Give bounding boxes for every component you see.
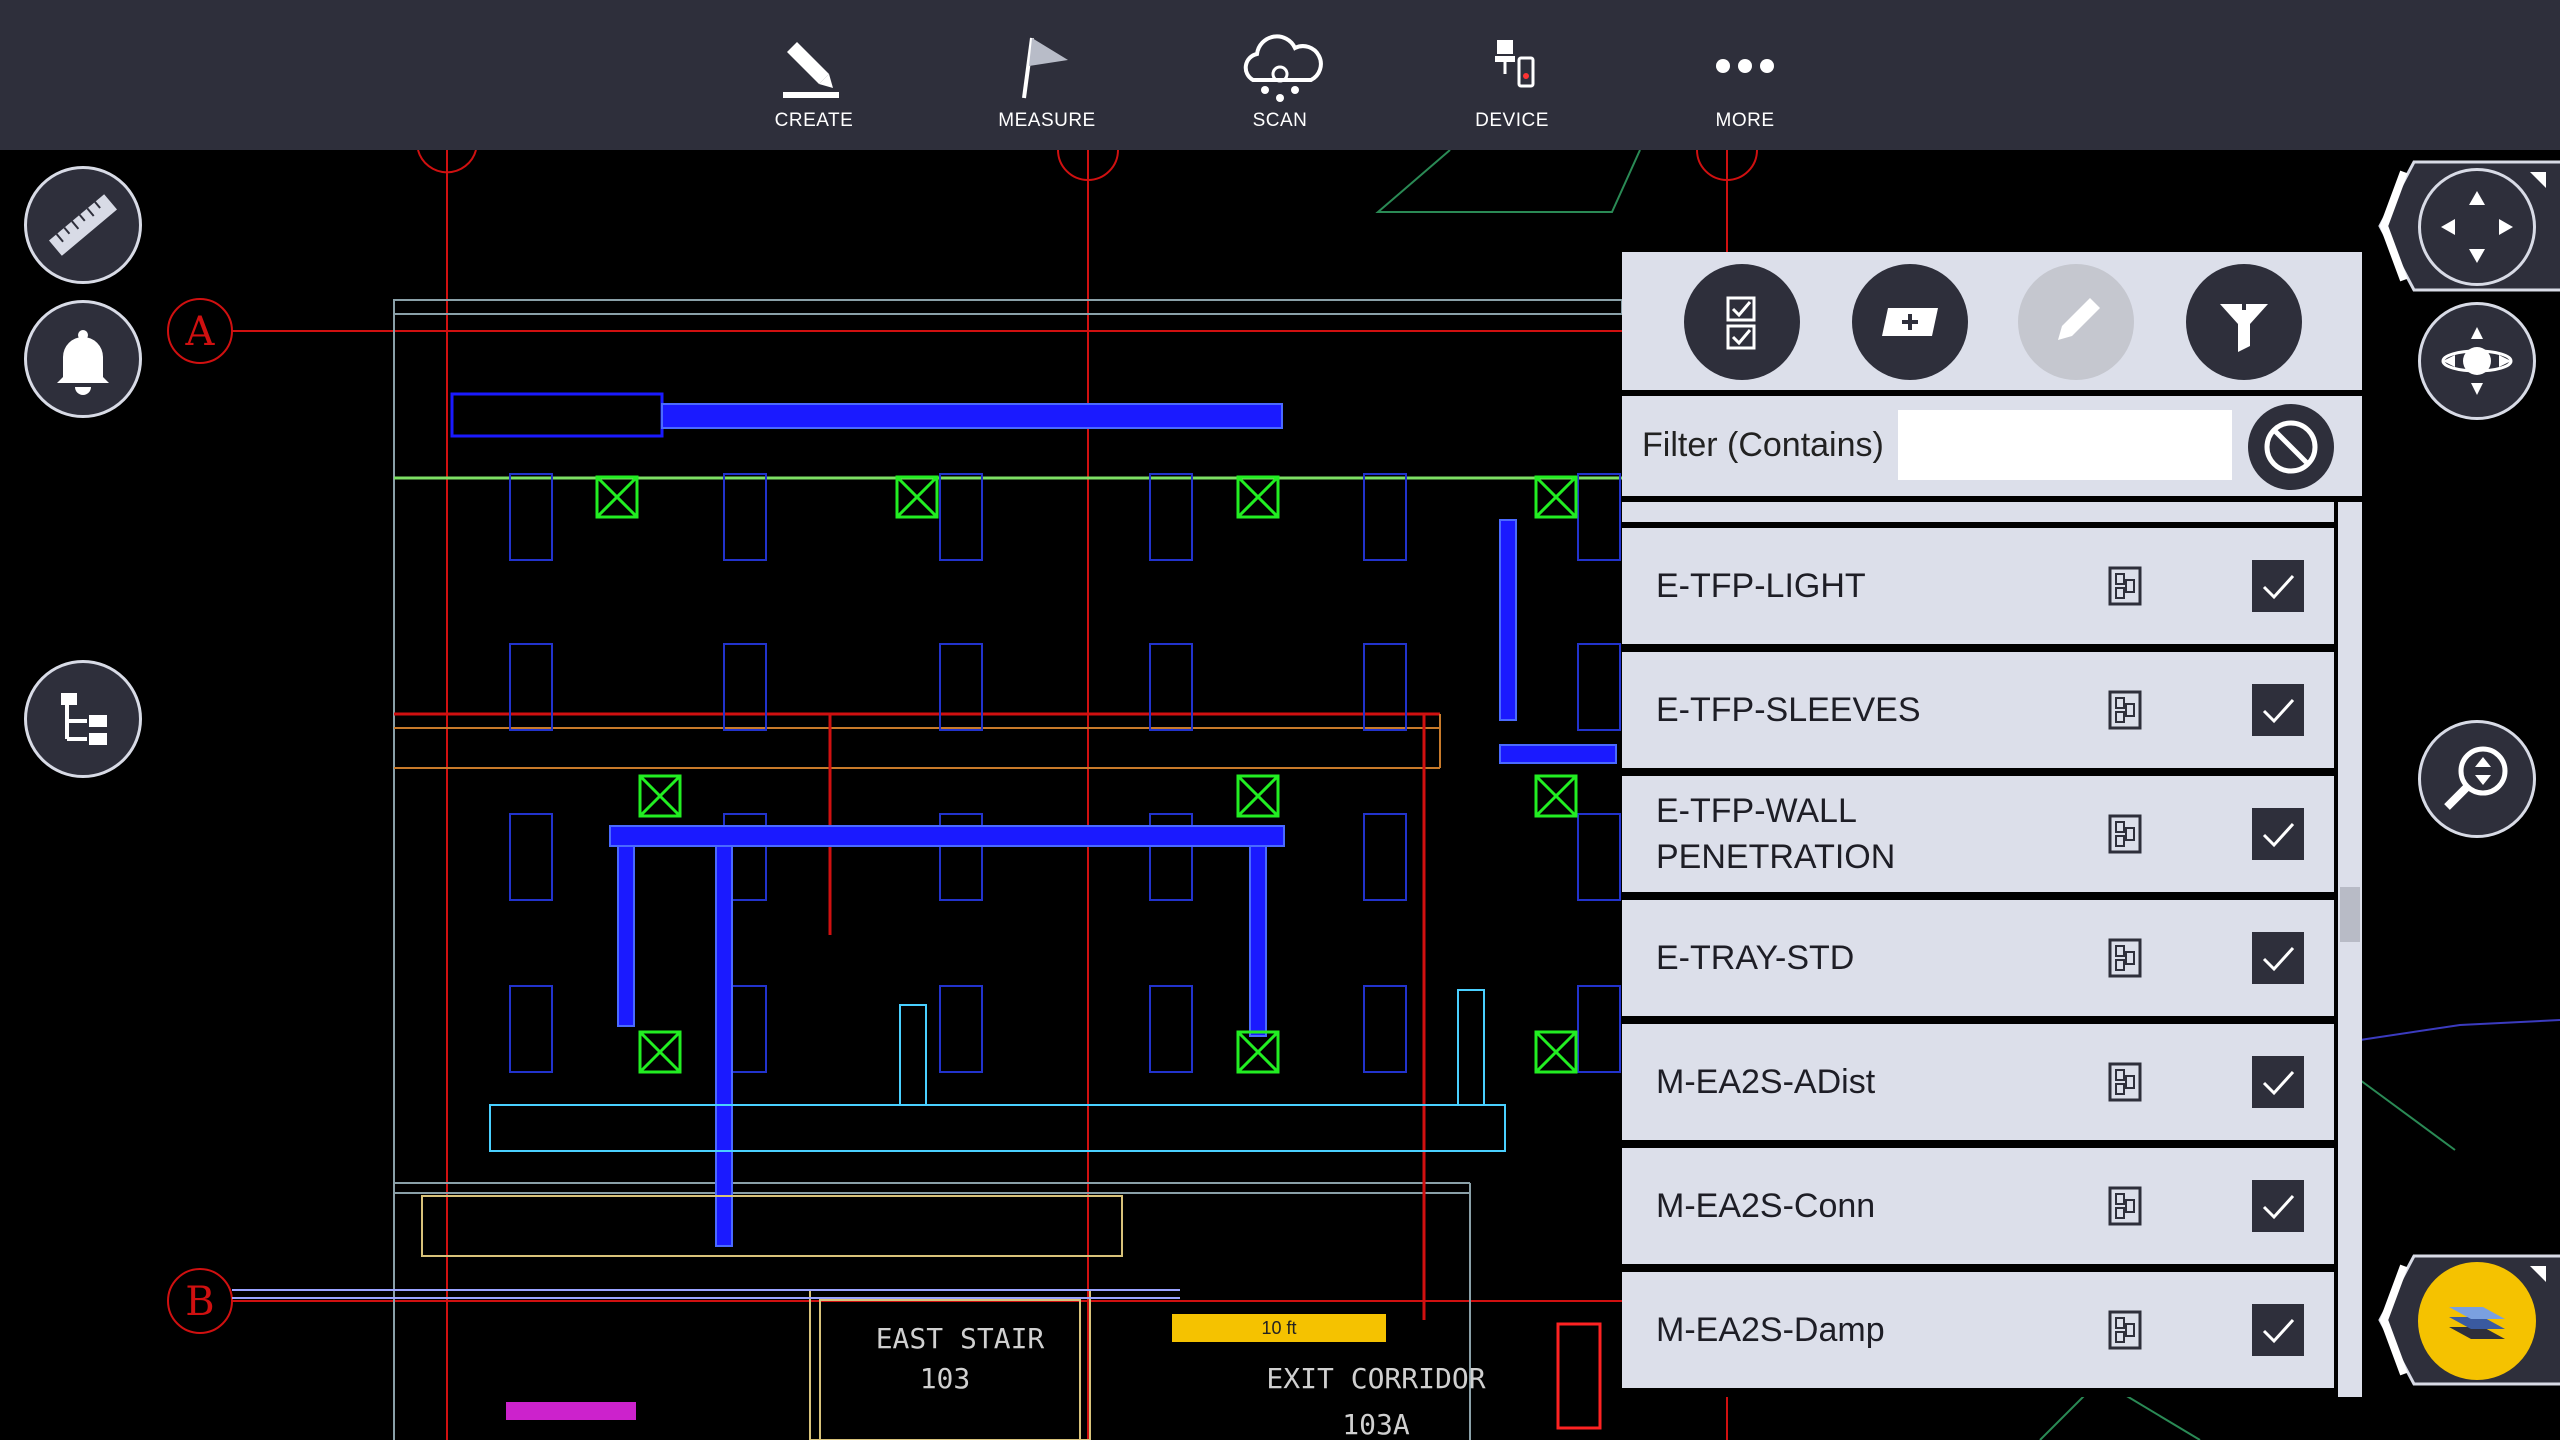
layer-properties-icon[interactable] xyxy=(2106,1062,2146,1102)
zoom-icon xyxy=(2444,746,2508,810)
layer-properties-icon[interactable] xyxy=(2106,566,2146,606)
scan-label: SCAN xyxy=(1252,110,1308,131)
layer-name: M-EA2S-ADist xyxy=(1656,1063,1876,1101)
device-button[interactable]: DEVICE xyxy=(1412,0,1612,150)
more-icon xyxy=(1716,59,1774,73)
layer-panel: Filter (Contains) E-TFP-LIGHT E-TFP-SLEE… xyxy=(1622,252,2362,1397)
layer-name: E-TRAY-STD xyxy=(1656,939,1855,977)
layer-row[interactable]: M-EA2S-Damp xyxy=(1622,1272,2334,1388)
edit-layer-button[interactable] xyxy=(2018,264,2134,380)
layer-visibility-checkbox[interactable] xyxy=(2252,932,2304,984)
scrollbar-thumb[interactable] xyxy=(2340,887,2360,942)
filter-icon xyxy=(2220,290,2268,352)
layer-list-scrollbar[interactable] xyxy=(2338,502,2362,1397)
notifications-button[interactable] xyxy=(24,300,142,418)
room-label-east-stair: EAST STAIR xyxy=(876,1322,1045,1355)
layer-row[interactable]: E-TFP-SLEEVES xyxy=(1622,652,2334,768)
layer-row[interactable]: E-TRAY-STD xyxy=(1622,900,2334,1016)
checkmark-icon xyxy=(2262,698,2295,724)
checkmark-icon xyxy=(2262,822,2295,848)
layer-visibility-checkbox[interactable] xyxy=(2252,1056,2304,1108)
more-label: MORE xyxy=(1715,110,1775,131)
grid-label-b: B xyxy=(185,1279,214,1325)
layer-visibility-checkbox[interactable] xyxy=(2252,684,2304,736)
layers-icon xyxy=(2449,1307,2505,1339)
layer-name: M-EA2S-Damp xyxy=(1656,1311,1885,1349)
filter-label: Filter (Contains) xyxy=(1642,426,1884,464)
pan-icon xyxy=(2441,191,2513,263)
app-screen: EAST STAIR 103 EXIT CORRIDOR 103A A B 10… xyxy=(0,0,2560,1440)
clear-filter-button[interactable] xyxy=(2248,404,2334,490)
layer-properties-icon[interactable] xyxy=(2106,1186,2146,1226)
filter-bar: Filter (Contains) xyxy=(1622,396,2362,496)
measure-label: MEASURE xyxy=(998,110,1096,131)
layer-visibility-checkbox[interactable] xyxy=(2252,1304,2304,1356)
ruler-icon xyxy=(48,194,118,256)
panel-toolbar xyxy=(1622,252,2362,390)
layer-visibility-checkbox[interactable] xyxy=(2252,560,2304,612)
pencil-icon xyxy=(783,42,839,98)
top-toolbar: CREATE MEASURE SCAN DEVICE MORE xyxy=(0,0,2560,150)
flag-icon xyxy=(1022,37,1068,99)
room-label-exit-corridor: EXIT CORRIDOR xyxy=(1266,1362,1485,1395)
orbit-icon xyxy=(2441,327,2513,395)
room-number-103a: 103A xyxy=(1342,1408,1410,1440)
create-label: CREATE xyxy=(774,110,854,131)
layer-visibility-checkbox[interactable] xyxy=(2252,1180,2304,1232)
layer-row[interactable] xyxy=(1622,502,2334,522)
ruler-button[interactable] xyxy=(24,166,142,284)
layer-row[interactable]: M-EA2S-ADist xyxy=(1622,1024,2334,1140)
add-layer-icon xyxy=(1882,308,1938,336)
layer-tree-button[interactable] xyxy=(24,660,142,778)
layer-name: E-TFP-SLEEVES xyxy=(1656,691,1921,729)
select-all-button[interactable] xyxy=(1684,264,1800,380)
layer-properties-icon[interactable] xyxy=(2106,690,2146,730)
checkmark-icon xyxy=(2262,1070,2295,1096)
scan-button[interactable]: SCAN xyxy=(1180,0,1380,150)
layer-properties-icon[interactable] xyxy=(2106,938,2146,978)
layer-row[interactable]: E-TFP-LIGHT xyxy=(1622,528,2334,644)
tree-icon xyxy=(61,693,107,745)
room-number-103: 103 xyxy=(920,1362,971,1395)
device-label: DEVICE xyxy=(1475,110,1549,131)
orbit-button[interactable] xyxy=(2418,302,2536,420)
cloud-scan-icon xyxy=(1243,34,1323,102)
layers-button[interactable] xyxy=(2418,1262,2536,1380)
scale-bar: 10 ft xyxy=(1172,1314,1386,1342)
layer-name: E-TFP-LIGHT xyxy=(1656,567,1866,605)
checkmark-icon xyxy=(2262,1194,2295,1220)
pan-button[interactable] xyxy=(2418,168,2536,286)
layer-list: E-TFP-LIGHT E-TFP-SLEEVES E-TFP-WALL PEN… xyxy=(1622,502,2334,1397)
edit-icon xyxy=(2058,298,2100,340)
bell-icon xyxy=(57,330,109,395)
checkmark-icon xyxy=(2262,574,2295,600)
layer-visibility-checkbox[interactable] xyxy=(2252,808,2304,860)
layer-row[interactable]: M-EA2S-Conn xyxy=(1622,1148,2334,1264)
create-button[interactable]: CREATE xyxy=(714,0,914,150)
layer-properties-icon[interactable] xyxy=(2106,1310,2146,1350)
zoom-button[interactable] xyxy=(2418,720,2536,838)
filter-button[interactable] xyxy=(2186,264,2302,380)
layer-row[interactable]: E-TFP-WALL PENETRATION xyxy=(1622,776,2334,892)
select-all-icon xyxy=(1726,296,1756,350)
layer-name: M-EA2S-Conn xyxy=(1656,1187,1876,1225)
measure-button[interactable]: MEASURE xyxy=(947,0,1147,150)
more-button[interactable]: MORE xyxy=(1645,0,1845,150)
checkmark-icon xyxy=(2262,1318,2295,1344)
layer-properties-icon[interactable] xyxy=(2106,814,2146,854)
checkmark-icon xyxy=(2262,946,2295,972)
add-layer-button[interactable] xyxy=(1852,264,1968,380)
device-icon xyxy=(1495,40,1535,88)
clear-icon xyxy=(2264,420,2318,474)
layer-name: E-TFP-WALL PENETRATION xyxy=(1656,792,1896,876)
filter-input[interactable] xyxy=(1898,410,2232,480)
grid-label-a: A xyxy=(185,309,216,355)
